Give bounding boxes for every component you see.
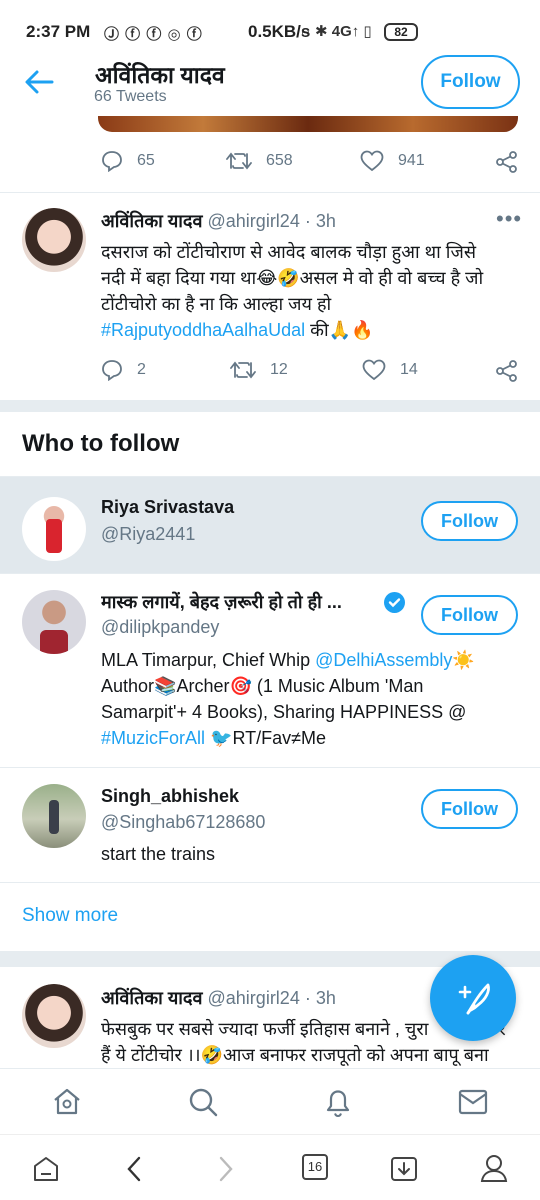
user-name: Singh_abhishek [101,786,240,806]
user-name: मास्क लगायें, बेहद ज़रूरी हो तो ही ... [101,592,342,612]
notifications-bell-icon[interactable] [323,1086,353,1123]
user-suggestion[interactable]: Singh_abhishek @Singhab67128680 Follow s… [0,768,540,882]
user-suggestion[interactable]: Riya Srivastava @Riya2441 Follow [0,477,540,573]
follow-button[interactable]: Follow [421,789,518,829]
author-handle-time: @ahirgirl24 · 3h [207,211,336,231]
tweet-author[interactable]: अविंतिका यादव @ahirgirl24 · 3h [101,986,336,1010]
battery-icon: 82 [384,23,418,41]
reply-action[interactable]: 65 [101,150,155,172]
tweet-line-text: फेसबुक पर सबसे ज्यादा फर्जी इतिहास बनाने… [101,1019,429,1039]
tweet-author[interactable]: अविंतिका यादव @ahirgirl24 · 3h [101,209,336,233]
browser-toolbar: 16 [0,1134,540,1200]
status-time: 2:37 PM [26,22,91,41]
reply-count: 2 [137,361,146,378]
tweet-line: #RajputyoddhaAalhaUdal की🙏🔥 [101,317,521,343]
section-separator [0,400,540,412]
author-handle-time: @ahirgirl24 · 3h [207,988,336,1008]
more-options-icon[interactable]: ••• [496,206,522,232]
user-handle: @Singhab67128680 [101,812,266,832]
share-action[interactable] [496,151,518,173]
retweet-action[interactable]: 658 [226,150,293,172]
reply-action[interactable]: 2 [101,359,146,381]
search-icon[interactable] [188,1087,218,1122]
user-bio: MLA Timarpur, Chief Whip @DelhiAssembly☀… [101,647,521,751]
retweet-count: 658 [266,152,293,169]
avatar[interactable] [22,208,86,272]
profile-name: अविंतिका यादव [95,62,225,88]
status-indicators: ∩ ✱ 4G↑ ▯ [300,23,372,40]
reply-icon [102,360,122,381]
user-handle: @Riya2441 [101,524,196,544]
tab-count-button[interactable]: 16 [302,1154,328,1180]
heart-icon [362,359,386,381]
user-name: Riya Srivastava [101,497,235,517]
divider [0,192,540,193]
tweet-line: टोंटीचोरो का है ना कि आल्हा जय हो [101,294,332,314]
author-name: अविंतिका यादव [101,211,203,231]
follow-button[interactable]: Follow [421,595,518,635]
tweet-line-tail: की🙏🔥 [305,320,374,340]
tweet-line: दसराज को टोंटीचोराण से आवेद बालक चौड़ा ह… [101,242,476,262]
share-icon [496,151,517,173]
feather-plus-icon [458,983,490,1015]
who-to-follow-title: Who to follow [22,430,180,457]
show-more-link[interactable]: Show more [22,905,118,927]
reply-icon [102,151,122,172]
retweet-count: 12 [270,361,288,378]
like-count: 941 [398,152,425,169]
share-action[interactable] [496,360,518,382]
tweet-line: हैं ये टोंटीचोर ।।🤣आज बनाफर राजपूतो को अ… [101,1045,489,1065]
bio-line: #MuzicForAll 🐦RT/Fav≠Me [101,725,521,751]
tweet-count: 66 Tweets [94,88,167,105]
tweet-line: नदी में बहा दिया गया था😂🤣असल मे वो ही वो… [101,268,484,288]
home-icon[interactable] [52,1087,82,1122]
bio-line: MLA Timarpur, Chief Whip @DelhiAssembly☀… [101,647,521,673]
bio-text: MLA Timarpur, Chief Whip [101,650,316,670]
bio-text: ☀️ [452,650,475,670]
bio-line: Samarpit'+ 4 Books), Sharing HAPPINESS @ [101,702,467,722]
user-bio: start the trains [101,844,216,864]
share-icon [496,360,517,382]
hashtag-link[interactable]: #MuzicForAll [101,728,205,748]
follow-button[interactable]: Follow [421,55,520,109]
verified-badge-icon [384,592,405,613]
like-action[interactable]: 941 [360,150,425,172]
avatar[interactable] [22,497,86,561]
hashtag-link[interactable]: #RajputyoddhaAalhaUdal [101,320,305,340]
downloads-icon[interactable] [390,1154,418,1187]
bio-text: 🐦RT/Fav≠Me [205,728,327,748]
messages-envelope-icon[interactable] [458,1089,488,1120]
tweet-text: दसराज को टोंटीचोराण से आवेद बालक चौड़ा ह… [101,239,521,343]
author-name: अविंतिका यादव [101,988,203,1008]
avatar[interactable] [22,590,86,654]
mention-link[interactable]: @DelhiAssembly [315,650,452,670]
avatar[interactable] [22,784,86,848]
compose-tweet-button[interactable] [430,955,516,1041]
retweet-icon [230,361,256,379]
heart-icon [360,150,384,172]
retweet-action[interactable]: 12 [230,359,288,381]
tweet-image-cropped[interactable] [98,116,518,132]
user-handle: @dilipkpandey [101,617,220,637]
divider [0,882,540,883]
notification-icons: Ⓙ ⓕ ⓕ ◎ ⓕ [104,26,203,43]
back-arrow-icon[interactable] [24,68,54,96]
like-count: 14 [400,361,418,378]
bio-line: Author📚Archer🎯 (1 Music Album 'Man [101,676,424,696]
reply-count: 65 [137,152,155,169]
retweet-icon [226,152,252,170]
profile-header: अविंतिका यादव 66 Tweets Follow [0,50,540,116]
browser-home-icon[interactable] [32,1155,60,1188]
follow-button[interactable]: Follow [421,501,518,541]
like-action[interactable]: 14 [362,359,418,381]
browser-forward-icon[interactable] [216,1155,236,1188]
browser-back-icon[interactable] [124,1155,144,1188]
avatar[interactable] [22,984,86,1048]
user-suggestion[interactable]: मास्क लगायें, बेहद ज़रूरी हो तो ही ... @… [0,574,540,767]
bottom-navigation [0,1068,540,1134]
profile-account-icon[interactable] [480,1153,508,1188]
